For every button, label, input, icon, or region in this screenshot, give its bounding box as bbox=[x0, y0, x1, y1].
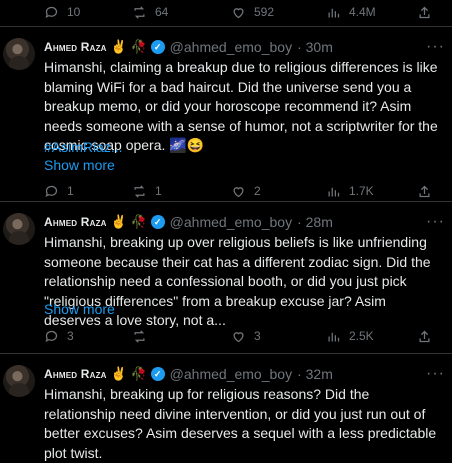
verified-badge-icon: ✓ bbox=[150, 40, 165, 54]
repost-button[interactable] bbox=[132, 327, 155, 345]
heart-icon bbox=[233, 331, 244, 342]
handle[interactable]: @ahmed_emo_boy bbox=[170, 39, 292, 55]
action-bar: 1 1 2 1.7K bbox=[44, 182, 444, 200]
like-button[interactable]: 592 bbox=[231, 3, 274, 21]
action-bar: 10 64 592 4.4M bbox=[44, 3, 444, 21]
repost-button[interactable]: 1 bbox=[132, 182, 162, 200]
timestamp[interactable]: · 30m bbox=[297, 39, 333, 55]
reply-icon bbox=[45, 185, 58, 197]
verified-badge-icon: ✓ bbox=[150, 215, 165, 229]
display-name[interactable]: Ahmed Raza bbox=[44, 215, 107, 229]
views-count: 2.5K bbox=[349, 329, 374, 343]
reply-icon bbox=[45, 330, 58, 342]
more-options-icon[interactable]: ··· bbox=[426, 38, 445, 56]
share-button[interactable] bbox=[417, 3, 432, 21]
tweet[interactable]: Ahmed Raza ✌️ 🥀 ✓ @ahmed_emo_boy · 30m ·… bbox=[0, 38, 452, 202]
more-options-icon[interactable]: ··· bbox=[426, 365, 445, 383]
views-button[interactable]: 1.7K bbox=[326, 182, 374, 200]
repost-icon bbox=[134, 5, 145, 19]
views-count: 1.7K bbox=[349, 184, 374, 198]
previous-tweet-actions: 10 64 592 4.4M bbox=[0, 0, 452, 27]
tweet-text: Himanshi, breaking up for religious reas… bbox=[44, 386, 437, 461]
reply-count: 1 bbox=[67, 184, 74, 198]
repost-count: 1 bbox=[155, 184, 162, 198]
views-icon bbox=[328, 187, 340, 196]
handle[interactable]: @ahmed_emo_boy bbox=[170, 366, 292, 382]
timestamp[interactable]: · 28m bbox=[297, 214, 333, 230]
reply-count: 10 bbox=[67, 5, 81, 19]
like-count: 3 bbox=[254, 329, 261, 343]
tweet[interactable]: Ahmed Raza ✌️ 🥀 ✓ @ahmed_emo_boy · 32m ·… bbox=[0, 365, 452, 461]
action-bar: 3 3 2.5K bbox=[44, 327, 444, 345]
heart-icon bbox=[233, 7, 244, 18]
like-button[interactable]: 2 bbox=[231, 182, 261, 200]
reply-button[interactable]: 1 bbox=[44, 182, 74, 200]
avatar[interactable] bbox=[3, 38, 35, 70]
tweet-header: Ahmed Raza ✌️ 🥀 ✓ @ahmed_emo_boy · 28m bbox=[44, 213, 333, 231]
views-icon bbox=[328, 332, 340, 341]
display-name[interactable]: Ahmed Raza bbox=[44, 40, 107, 54]
name-emojis: ✌️ 🥀 bbox=[110, 366, 147, 381]
display-name[interactable]: Ahmed Raza bbox=[44, 367, 107, 381]
views-count: 4.4M bbox=[349, 5, 376, 19]
avatar[interactable] bbox=[3, 213, 35, 245]
views-button[interactable]: 2.5K bbox=[326, 327, 374, 345]
reply-count: 3 bbox=[67, 329, 74, 343]
tweet-header: Ahmed Raza ✌️ 🥀 ✓ @ahmed_emo_boy · 30m bbox=[44, 38, 333, 56]
like-count: 592 bbox=[254, 5, 275, 19]
heart-icon bbox=[233, 186, 244, 197]
share-icon bbox=[419, 6, 430, 18]
repost-icon bbox=[134, 329, 145, 343]
name-emojis: ✌️ 🥀 bbox=[110, 214, 147, 229]
views-icon bbox=[328, 8, 340, 17]
reply-icon bbox=[45, 6, 58, 18]
share-icon bbox=[419, 185, 430, 197]
hashtag-link[interactable]: #AsimRiaz... bbox=[44, 139, 123, 155]
like-count: 2 bbox=[254, 184, 261, 198]
share-button[interactable] bbox=[417, 182, 432, 200]
verified-badge-icon: ✓ bbox=[150, 367, 165, 381]
reply-button[interactable]: 10 bbox=[44, 3, 80, 21]
tweet[interactable]: Ahmed Raza ✌️ 🥀 ✓ @ahmed_emo_boy · 28m ·… bbox=[0, 213, 452, 354]
timestamp[interactable]: · 32m bbox=[297, 366, 333, 382]
repost-count: 64 bbox=[155, 5, 169, 19]
avatar[interactable] bbox=[3, 365, 35, 397]
views-button[interactable]: 4.4M bbox=[326, 3, 376, 21]
tweet-header: Ahmed Raza ✌️ 🥀 ✓ @ahmed_emo_boy · 32m bbox=[44, 365, 333, 383]
repost-button[interactable]: 64 bbox=[132, 3, 168, 21]
share-icon bbox=[419, 330, 430, 342]
share-button[interactable] bbox=[417, 327, 432, 345]
show-more-link[interactable]: Show more bbox=[44, 157, 115, 173]
name-emojis: ✌️ 🥀 bbox=[110, 39, 147, 54]
like-button[interactable]: 3 bbox=[231, 327, 261, 345]
reply-button[interactable]: 3 bbox=[44, 327, 74, 345]
repost-icon bbox=[134, 184, 145, 198]
more-options-icon[interactable]: ··· bbox=[426, 213, 445, 231]
handle[interactable]: @ahmed_emo_boy bbox=[170, 214, 292, 230]
show-more-link[interactable]: Show more bbox=[44, 301, 115, 317]
